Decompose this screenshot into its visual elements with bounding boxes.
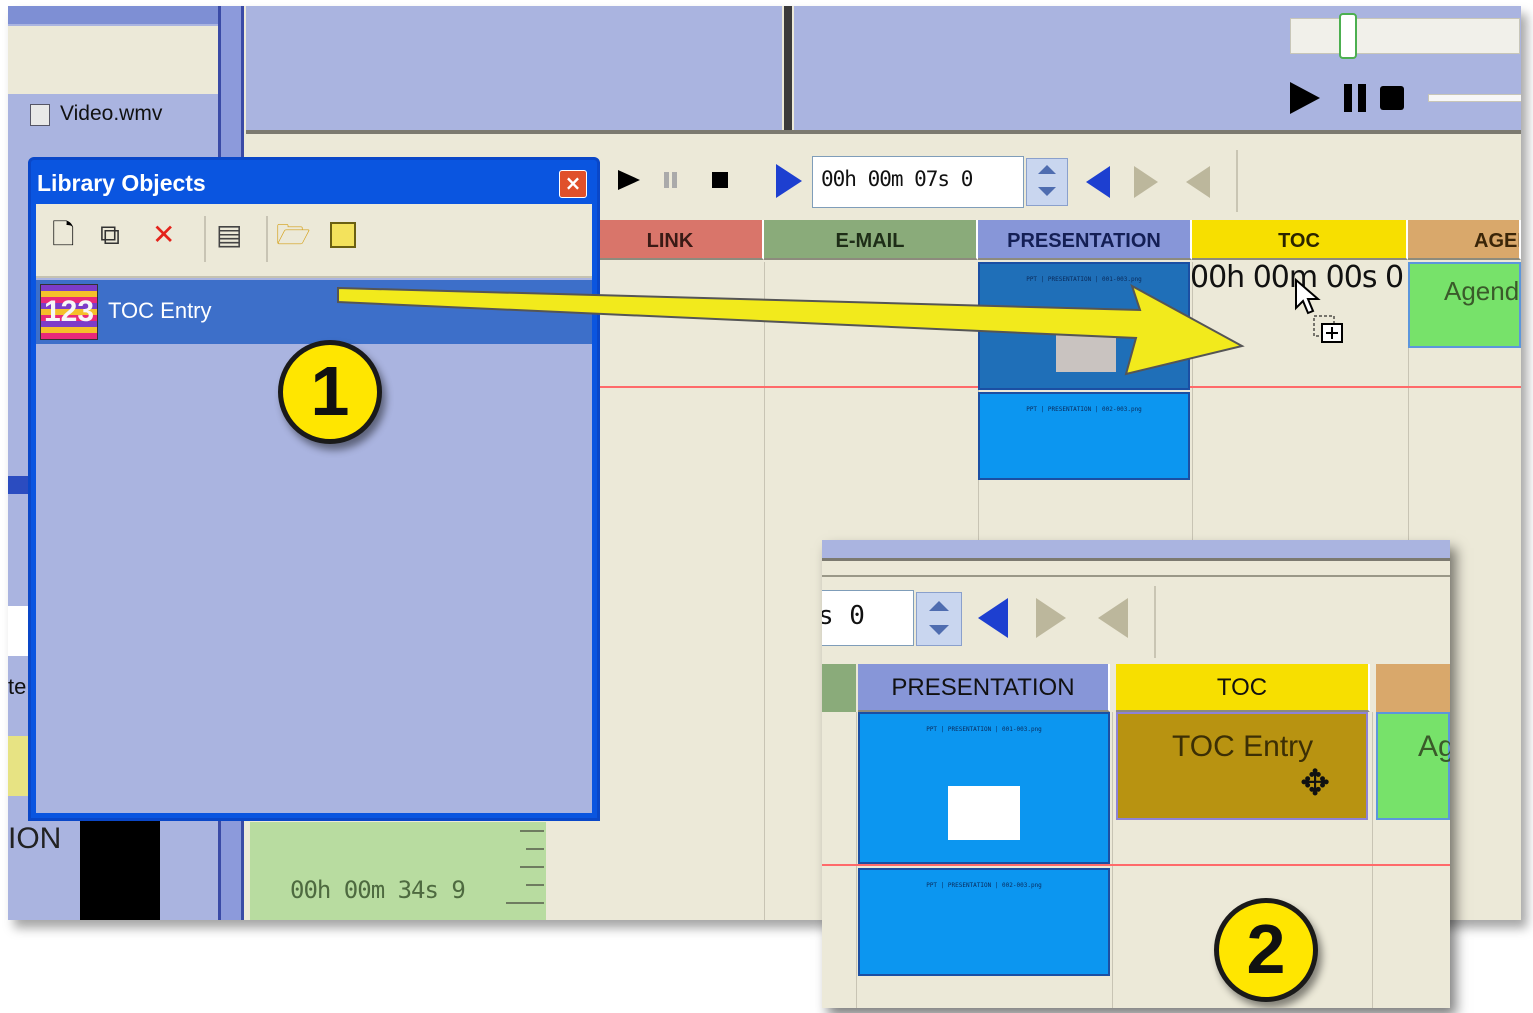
inset-agenda-clip[interactable]: Ag [1376, 712, 1450, 820]
preview-timecode-panel: 00h 00m 34s 9 [250, 822, 546, 920]
move-cursor-icon: ✥ [1300, 763, 1331, 804]
track-header-agenda[interactable]: AGEN [1408, 220, 1521, 260]
inset-time-value: s 0 [822, 601, 865, 631]
stop-icon[interactable] [712, 172, 728, 188]
play-icon[interactable] [1290, 82, 1320, 114]
next-marker-icon[interactable] [1134, 166, 1158, 198]
drag-arrow [337, 283, 1245, 376]
toc-entry-clip-label: TOC Entry [1172, 730, 1314, 763]
zoom-inset: s 0 PRESENTATION TOC PPT | PRESENTATION … [822, 540, 1450, 1008]
previous-marker-icon[interactable] [1086, 166, 1110, 198]
inset-playhead-line [822, 864, 1450, 866]
step-one-badge: 1 [278, 340, 382, 444]
inset-presentation-clip[interactable]: PPT | PRESENTATION | 002-003.png [858, 868, 1110, 976]
new-document-icon[interactable]: 🗋 [52, 218, 75, 252]
inset-agenda-label: Ag [1418, 730, 1450, 763]
position-slider[interactable] [1290, 13, 1520, 59]
track-name-partial: ION [8, 822, 62, 855]
go-to-start-icon[interactable] [776, 164, 802, 198]
toc-entry-clip[interactable]: TOC Entry ✥ [1116, 712, 1368, 820]
inset-track-header-presentation[interactable]: PRESENTATION [858, 664, 1110, 712]
volume-slider[interactable] [1428, 94, 1521, 102]
presentation-clip[interactable]: PPT | PRESENTATION | 002-003.png [978, 392, 1190, 480]
inset-time-spinner[interactable] [916, 592, 962, 646]
slider-thumb[interactable] [1339, 13, 1357, 59]
inset-presentation-clip[interactable]: PPT | PRESENTATION | 001-003.png [858, 712, 1110, 864]
previous-marker-icon[interactable] [978, 598, 1008, 638]
delete-icon[interactable]: ✕ [152, 218, 175, 252]
track-header-email[interactable]: E-MAIL [764, 220, 978, 260]
pause-icon[interactable] [664, 172, 669, 188]
inset-time-input[interactable]: s 0 [822, 590, 914, 646]
open-folder-icon[interactable]: 🗁 [276, 218, 311, 252]
step-two-badge: 2 [1214, 898, 1318, 1002]
media-partial-label: te [8, 674, 27, 699]
video-file-icon [30, 104, 50, 126]
copy-icon[interactable]: ⧉ [100, 218, 120, 252]
play-icon[interactable] [618, 170, 640, 190]
stop-icon[interactable] [1380, 86, 1404, 110]
preview-timecode: 00h 00m 34s 9 [290, 876, 466, 904]
slide-thumbnail [948, 786, 1020, 840]
track-header-toc[interactable]: TOC [1192, 220, 1408, 260]
library-window-title: Library Objects [37, 170, 206, 196]
track-header-link[interactable]: LINK [578, 220, 764, 260]
spin-up-icon[interactable] [929, 601, 949, 611]
media-file-item[interactable]: Video.wmv [28, 102, 218, 130]
pause-icon[interactable] [1344, 84, 1352, 112]
time-spinner[interactable] [1026, 158, 1068, 206]
import-icon[interactable] [330, 222, 356, 248]
library-item-label: TOC Entry [108, 298, 212, 323]
agenda-clip-label: Agend [1444, 276, 1520, 306]
agenda-clip[interactable]: Agend [1408, 262, 1521, 348]
close-icon[interactable]: × [559, 170, 587, 198]
inset-track-header-toc[interactable]: TOC [1116, 664, 1370, 712]
properties-icon[interactable]: ▤ [216, 218, 242, 252]
drag-copy-cursor-icon [1295, 278, 1343, 343]
next-marker-icon[interactable] [1036, 598, 1066, 638]
track-header-presentation[interactable]: PRESENTATION [978, 220, 1192, 260]
library-toolbar: 🗋 ⧉ ✕ ▤ 🗁 [36, 204, 592, 278]
rewind-icon[interactable] [1098, 598, 1128, 638]
time-input[interactable]: 00h 00m 07s 0 [812, 156, 1024, 208]
rewind-icon[interactable] [1186, 166, 1210, 198]
library-objects-window[interactable]: Library Objects × 🗋 ⧉ ✕ ▤ 🗁 123 TOC Entr… [28, 157, 600, 821]
toc-entry-icon: 123 [40, 284, 98, 340]
spin-down-icon[interactable] [929, 625, 949, 635]
media-file-name: Video.wmv [60, 102, 163, 125]
time-input-value: 00h 00m 07s 0 [821, 167, 973, 191]
spin-down-icon[interactable] [1038, 187, 1056, 196]
spin-up-icon[interactable] [1038, 165, 1056, 174]
preview-pane-left [246, 6, 782, 130]
